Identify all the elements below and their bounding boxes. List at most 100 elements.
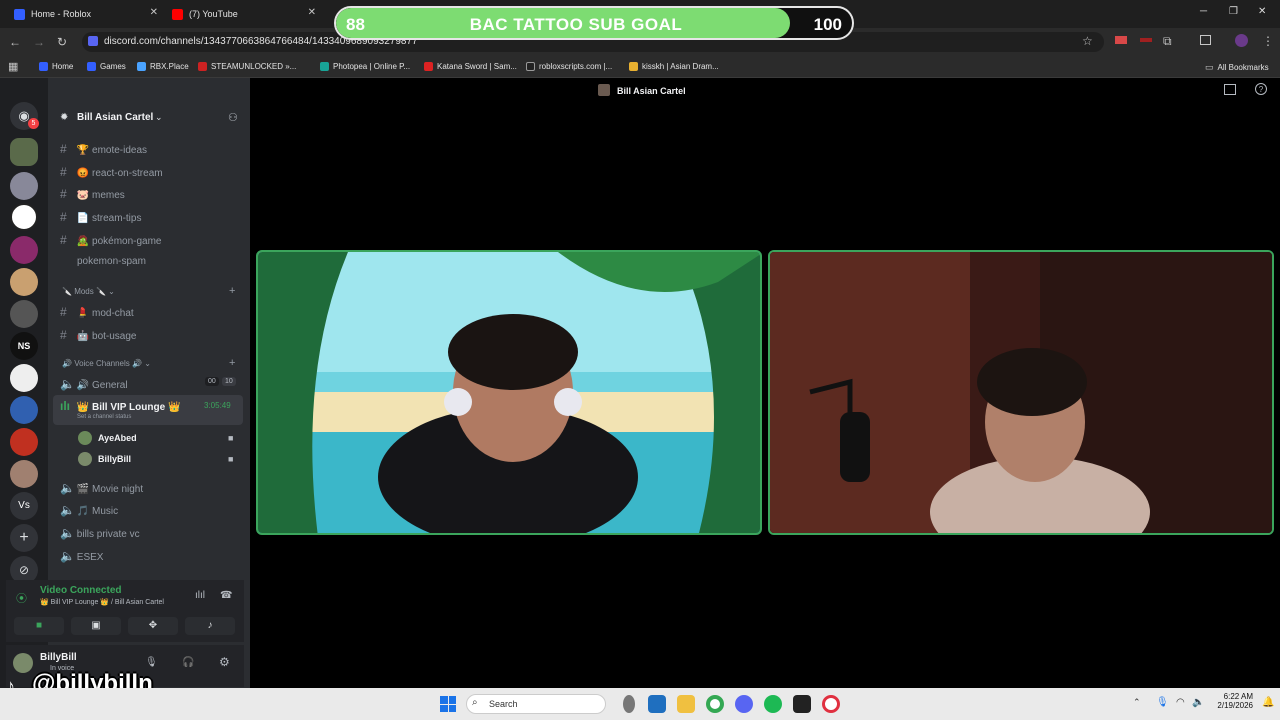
apps-grid-icon[interactable]: ▦	[8, 60, 18, 73]
server-icon[interactable]	[10, 172, 38, 200]
voice-channel-esex[interactable]: 🔈 ESEX	[60, 549, 103, 563]
channel-memes[interactable]: # 🐷 memes	[60, 187, 125, 201]
camera-button[interactable]: ■	[14, 617, 64, 635]
add-server-icon[interactable]: +	[10, 524, 38, 552]
noise-suppression-icon[interactable]: ılıl	[195, 590, 205, 601]
server-icon[interactable]	[10, 428, 38, 456]
tab-youtube[interactable]: (7) YouTube ✕	[164, 4, 320, 24]
settings-gear-icon[interactable]: ⚙	[219, 655, 230, 669]
activities-button[interactable]: ✥	[128, 617, 178, 635]
avatar[interactable]	[13, 653, 33, 673]
taskbar-app-icon[interactable]	[623, 695, 635, 713]
site-info-icon[interactable]	[88, 36, 98, 46]
taskbar-store-icon[interactable]	[648, 695, 666, 713]
star-icon[interactable]: ☆	[1082, 34, 1093, 48]
bookmark-katana[interactable]: Katana Sword | Sam...	[424, 62, 517, 71]
forward-icon[interactable]: →	[33, 35, 45, 49]
server-icon[interactable]	[10, 396, 38, 424]
taskbar-clock[interactable]: 6:22 AM 2/19/2026	[1213, 692, 1253, 710]
bookmark-robloxscripts[interactable]: robloxscripts.com |...	[526, 62, 612, 71]
channel-pokemon-game[interactable]: # 🧟 pokémon-game	[60, 233, 162, 247]
taskbar-app-icon[interactable]	[793, 695, 811, 713]
server-icon[interactable]	[10, 268, 38, 296]
tab-roblox[interactable]: Home - Roblox ✕	[6, 4, 162, 24]
maximize-icon[interactable]: ❐	[1229, 6, 1238, 17]
headphones-icon[interactable]: 🎧	[182, 657, 194, 668]
taskbar-folder-icon[interactable]	[677, 695, 695, 713]
server-icon[interactable]	[10, 138, 38, 166]
taskbar-chrome-icon[interactable]	[706, 695, 724, 713]
reload-icon[interactable]: ↻	[57, 35, 67, 49]
taskbar-spotify-icon[interactable]	[764, 695, 782, 713]
server-icon[interactable]	[10, 300, 38, 328]
help-icon[interactable]: ?	[1255, 83, 1267, 95]
puzzle-icon[interactable]: ⧉	[1163, 34, 1172, 49]
back-icon[interactable]: ←	[9, 35, 21, 49]
close-window-icon[interactable]: ✕	[1258, 6, 1266, 17]
server-icon[interactable]	[10, 364, 38, 392]
volume-icon[interactable]: 🔈	[1192, 697, 1204, 708]
server-icon[interactable]	[10, 203, 38, 231]
sidepanel-icon[interactable]	[1200, 35, 1211, 45]
member-billybill[interactable]: BillyBill	[98, 454, 131, 464]
video-tile-billybill[interactable]	[768, 250, 1274, 535]
close-tab-icon[interactable]: ✕	[150, 7, 158, 18]
user-name[interactable]: BillyBill	[40, 652, 77, 663]
server-name[interactable]: Bill Asian Cartel	[77, 112, 153, 123]
member-avatar[interactable]	[78, 452, 92, 466]
channel-stream-tips[interactable]: # 📄 stream-tips	[60, 210, 141, 224]
bookmark-photopea[interactable]: Photopea | Online P...	[320, 62, 410, 71]
bookmark-games[interactable]: Games	[87, 62, 126, 71]
channel-status[interactable]: Set a channel status	[77, 414, 131, 420]
add-channel-icon[interactable]: +	[229, 285, 235, 297]
channel-pokemon-spam[interactable]: pokemon-spam	[77, 256, 146, 267]
channel-emote-ideas[interactable]: # 🏆 emote-ideas	[60, 142, 147, 156]
add-channel-icon[interactable]: +	[229, 357, 235, 369]
voice-channel-vip-lounge[interactable]: ılı 👑 Bill VIP Lounge 👑	[60, 399, 180, 413]
signal-icon[interactable]: ⦿	[16, 590, 27, 606]
tray-chevron-up-icon[interactable]: ⌃	[1133, 697, 1141, 708]
voice-status[interactable]: Video Connected	[40, 585, 122, 596]
bookmark-kisskh[interactable]: kisskh | Asian Dram...	[629, 62, 719, 71]
notification-bell-icon[interactable]: 🔔	[1262, 697, 1274, 708]
server-icon[interactable]	[10, 236, 38, 264]
microphone-icon[interactable]: 🎙	[145, 657, 158, 668]
channel-react-on-stream[interactable]: # 😡 react-on-stream	[60, 165, 163, 179]
video-tile-ayeabed[interactable]	[256, 250, 762, 535]
popout-icon[interactable]	[1224, 84, 1236, 95]
voice-location[interactable]: 👑 Bill VIP Lounge 👑 / Bill Asian Cartel	[40, 598, 164, 606]
voice-channel-bills-private[interactable]: 🔈 bills private vc	[60, 526, 140, 540]
bookmark-rbxplace[interactable]: RBX.Place	[137, 62, 189, 71]
channel-mod-chat[interactable]: # 💄 mod-chat	[60, 305, 134, 319]
all-bookmarks[interactable]: ▭ All Bookmarks	[1205, 62, 1269, 73]
channel-bot-usage[interactable]: # 🤖 bot-usage	[60, 328, 137, 342]
tray-mic-icon[interactable]: 🎙	[1156, 697, 1169, 708]
taskbar-search[interactable]	[466, 694, 606, 714]
profile-avatar[interactable]	[1235, 34, 1248, 47]
chevron-down-icon[interactable]: ⌄	[155, 112, 163, 123]
windows-start-icon[interactable]	[440, 696, 456, 712]
bookmark-home[interactable]: Home	[39, 62, 73, 71]
screen-share-button[interactable]: ▣	[71, 617, 121, 635]
server-icon[interactable]	[10, 460, 38, 488]
voice-channel-general[interactable]: 🔈 🔊 General	[60, 377, 128, 391]
soundboard-button[interactable]: ♪	[185, 617, 235, 635]
category-mods[interactable]: 🔪 Mods 🔪 ⌄	[62, 287, 115, 296]
extension-icon[interactable]	[1115, 36, 1127, 44]
taskbar-opera-icon[interactable]	[822, 695, 840, 713]
taskbar-discord-icon[interactable]	[735, 695, 753, 713]
extension-icon[interactable]	[1140, 38, 1152, 42]
category-voice[interactable]: 🔊 Voice Channels 🔊 ⌄	[62, 359, 151, 368]
invite-user-icon[interactable]: ⚇	[228, 111, 238, 124]
server-icon-vs[interactable]: Vs	[10, 492, 38, 520]
voice-channel-music[interactable]: 🔈 🎵 Music	[60, 503, 118, 517]
disconnect-icon[interactable]: ☎	[220, 590, 232, 601]
member-ayeabed[interactable]: AyeAbed	[98, 433, 137, 443]
minimize-icon[interactable]: ─	[1200, 6, 1207, 17]
close-tab-icon[interactable]: ✕	[308, 7, 316, 18]
wifi-icon[interactable]: ◠	[1176, 697, 1185, 708]
voice-channel-movie-night[interactable]: 🔈 🎬 Movie night	[60, 481, 143, 495]
menu-icon[interactable]: ⋮	[1262, 34, 1274, 48]
member-avatar[interactable]	[78, 431, 92, 445]
bookmark-steamunlocked[interactable]: STEAMUNLOCKED »...	[198, 62, 296, 71]
